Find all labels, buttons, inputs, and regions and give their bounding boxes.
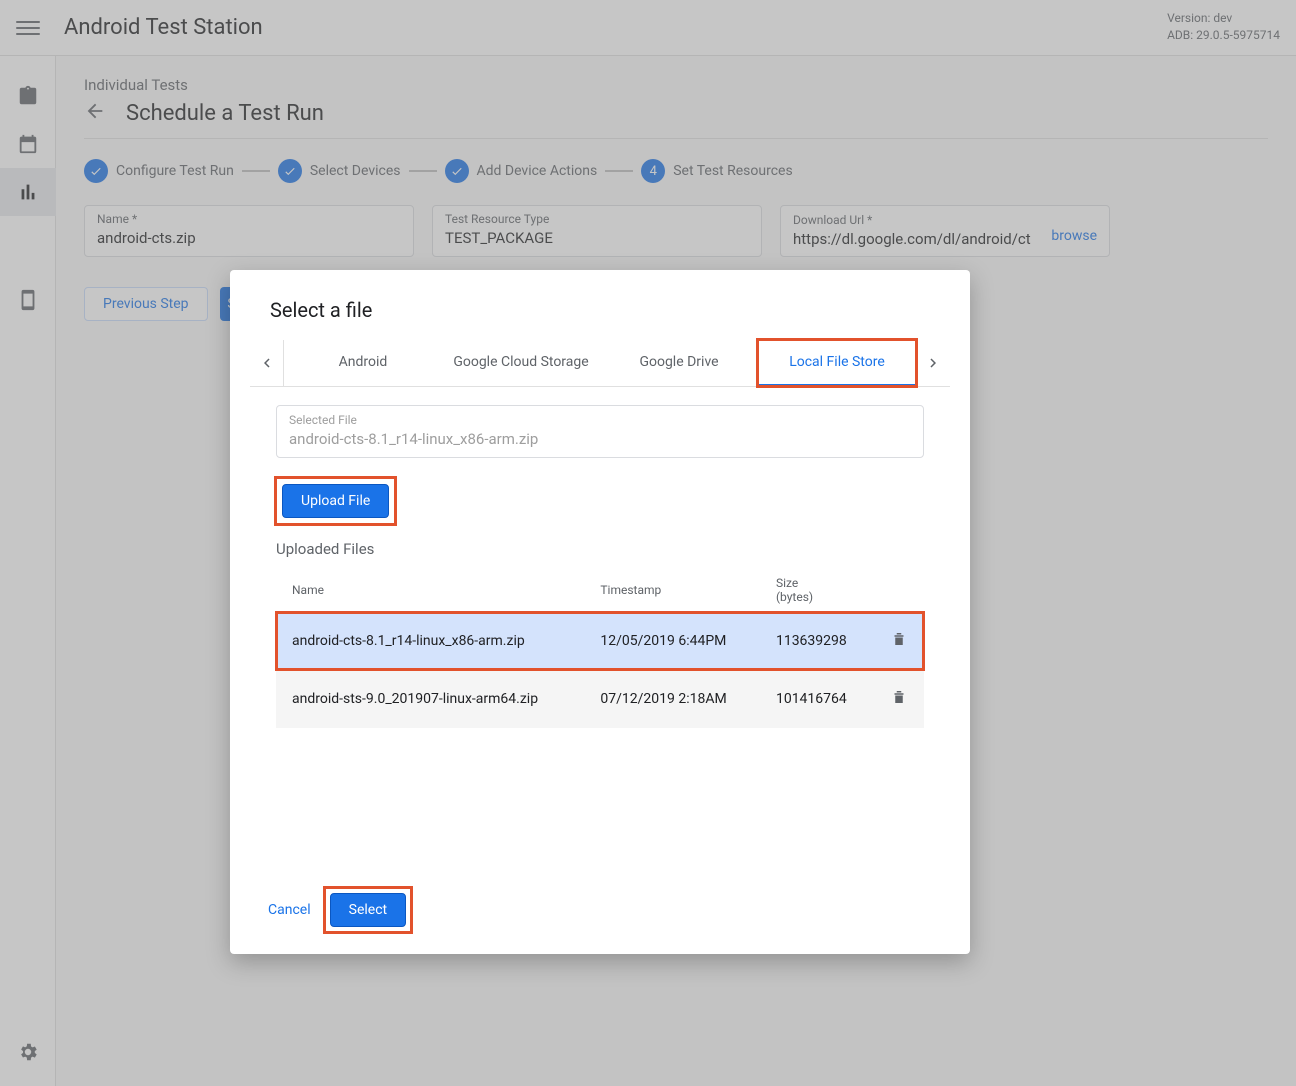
tabs-scroll-left[interactable] [250, 340, 284, 386]
files-table: Name Timestamp Size (bytes) android-cts-… [276, 568, 924, 728]
chevron-right-icon [924, 354, 942, 372]
delete-icon[interactable] [890, 636, 908, 652]
upload-file-highlight: Upload File [276, 478, 395, 524]
tabs-row: Android Google Cloud Storage Google Driv… [250, 340, 950, 387]
table-row[interactable]: android-sts-9.0_201907-linux-arm64.zip 0… [276, 670, 924, 728]
col-timestamp: Timestamp [584, 568, 760, 612]
dialog-body: Selected File android-cts-8.1_r14-linux_… [250, 405, 950, 728]
col-name: Name [276, 568, 584, 612]
select-file-dialog: Select a file Android Google Cloud Stora… [230, 270, 970, 954]
tab-local-file-store[interactable]: Local File Store [758, 340, 916, 386]
tab-android[interactable]: Android [284, 340, 442, 386]
dialog-actions: Cancel Select [268, 888, 950, 932]
row-timestamp: 12/05/2019 6:44PM [584, 612, 760, 670]
dialog-title: Select a file [270, 298, 950, 322]
col-size: Size (bytes) [760, 568, 874, 612]
selected-file-value: android-cts-8.1_r14-linux_x86-arm.zip [289, 430, 911, 448]
select-button[interactable]: Select [330, 893, 406, 927]
row-size: 113639298 [760, 612, 874, 670]
row-timestamp: 07/12/2019 2:18AM [584, 670, 760, 728]
selected-file-label: Selected File [289, 413, 911, 427]
upload-file-button[interactable]: Upload File [282, 484, 389, 518]
tabs-scroll-right[interactable] [916, 340, 950, 386]
chevron-left-icon [258, 354, 276, 372]
row-size: 101416764 [760, 670, 874, 728]
row-name: android-cts-8.1_r14-linux_x86-arm.zip [276, 612, 584, 670]
row-name: android-sts-9.0_201907-linux-arm64.zip [276, 670, 584, 728]
cancel-button[interactable]: Cancel [268, 902, 311, 918]
selected-file-field[interactable]: Selected File android-cts-8.1_r14-linux_… [276, 405, 924, 458]
select-button-highlight: Select [325, 888, 411, 932]
uploaded-files-heading: Uploaded Files [276, 540, 924, 558]
tab-gcs[interactable]: Google Cloud Storage [442, 340, 600, 386]
tab-gdrive[interactable]: Google Drive [600, 340, 758, 386]
delete-icon[interactable] [890, 694, 908, 710]
table-row[interactable]: android-cts-8.1_r14-linux_x86-arm.zip 12… [276, 612, 924, 670]
